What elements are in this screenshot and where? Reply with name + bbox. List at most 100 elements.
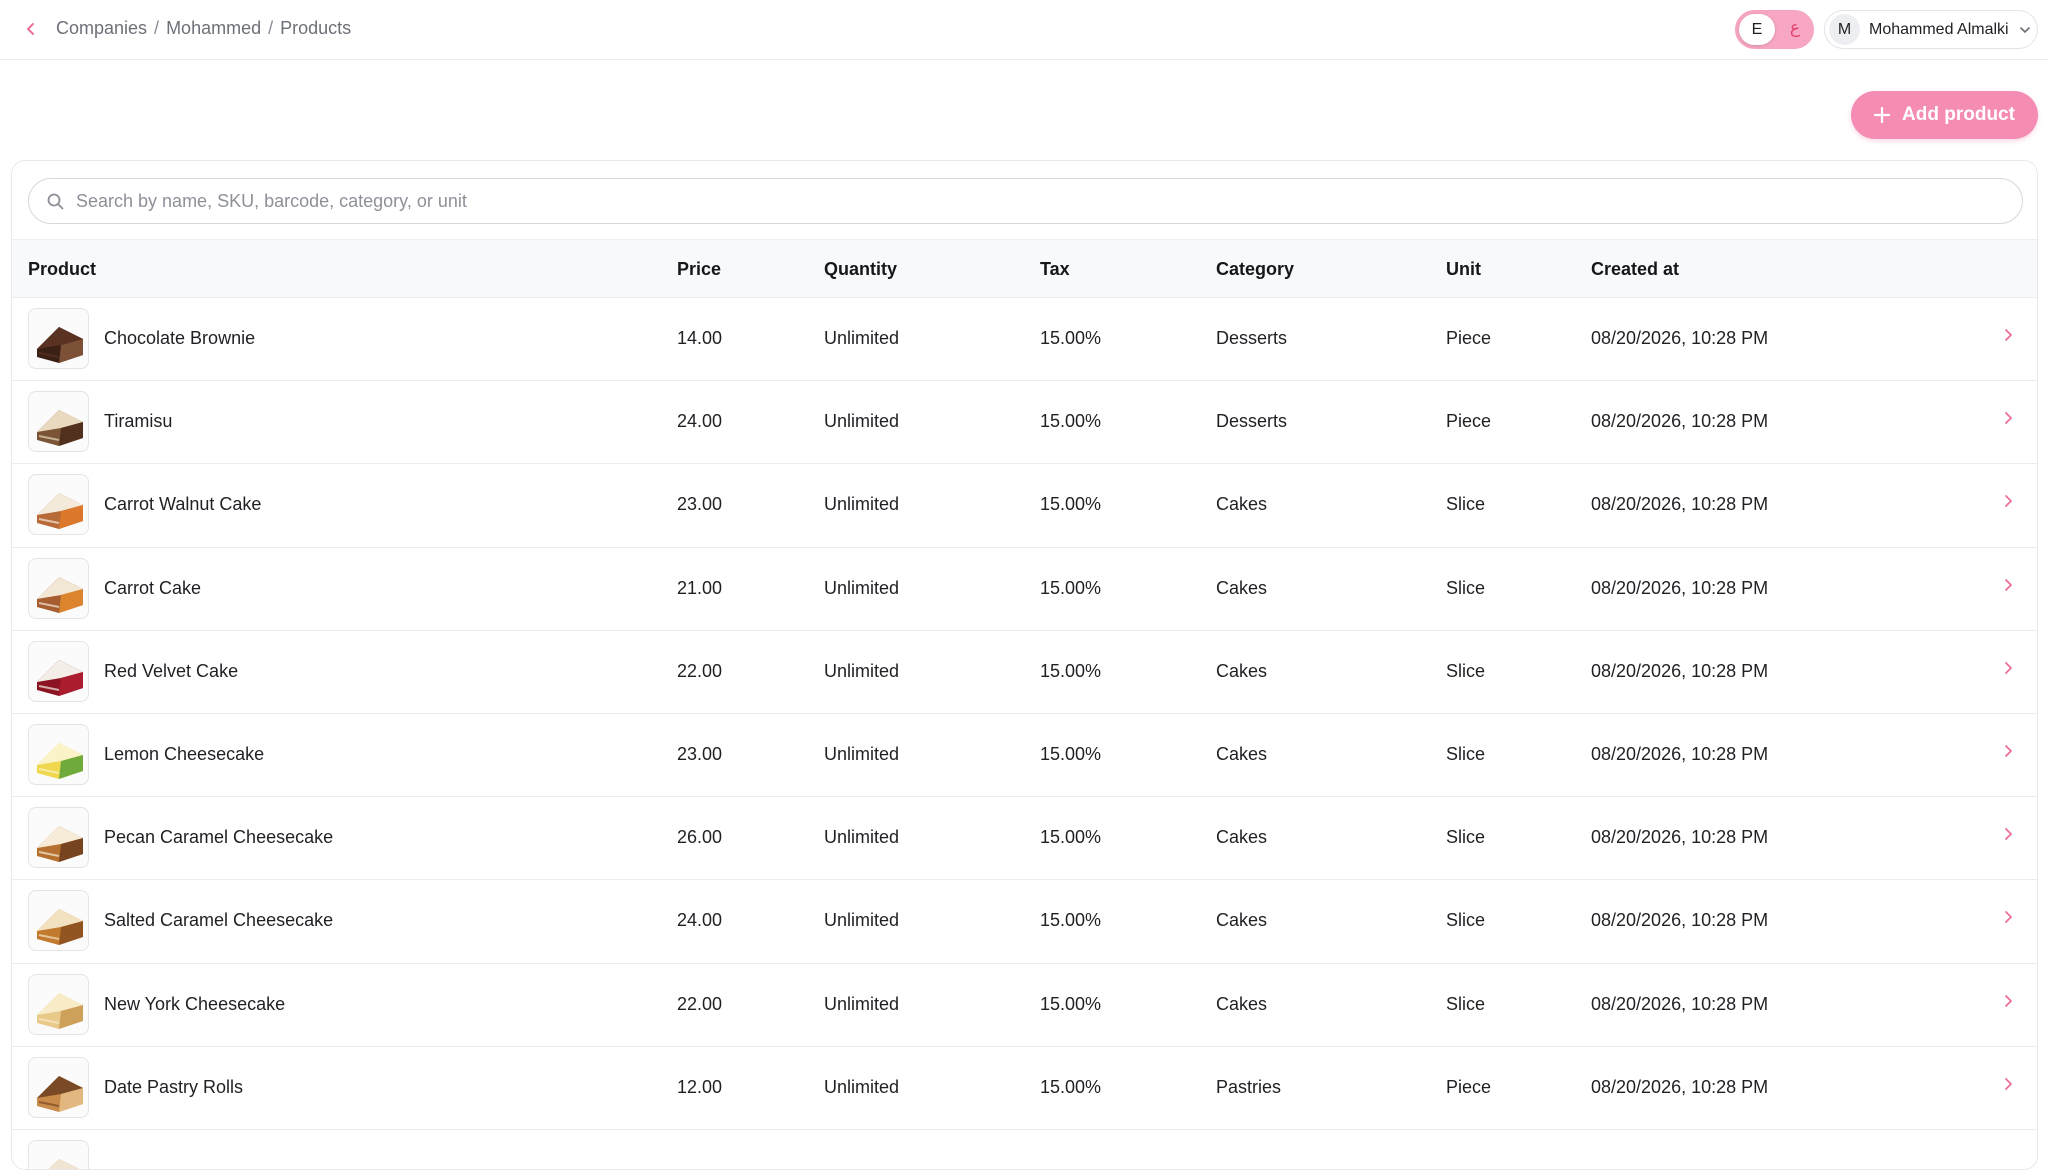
product-price: 24.00 [677, 910, 723, 931]
product-category: Cakes [1216, 660, 1268, 681]
chevron-right-icon [2005, 495, 2012, 508]
product-name: Pecan Caramel Cheesecake [104, 827, 334, 848]
row-open-button[interactable] [2002, 494, 2014, 513]
table-row[interactable]: Date Pastry Rolls 12.00 Unlimited 15.00%… [12, 1047, 2037, 1130]
row-open-button[interactable] [2002, 910, 2014, 929]
table-row[interactable]: Tiramisu 24.00 Unlimited 15.00% Desserts… [12, 381, 2037, 465]
table-row[interactable]: New York Cheesecake 22.00 Unlimited 15.0… [12, 964, 2037, 1047]
row-open-button[interactable] [2002, 328, 2014, 347]
product-name: Lemon Cheesecake [104, 743, 265, 764]
product-name: Chocolate Brownie [104, 328, 256, 348]
breadcrumb-item-company[interactable]: Mohammed [166, 18, 261, 39]
product-thumbnail [28, 557, 89, 619]
product-unit: Piece [1446, 411, 1492, 432]
product-tax: 15.00% [1040, 827, 1102, 848]
table-row[interactable]: Chocolate Brownie 14.00 Unlimited 15.00%… [12, 298, 2037, 382]
product-category: Cakes [1216, 494, 1268, 515]
product-thumbnail [28, 474, 89, 536]
column-header-tax[interactable]: Tax [1040, 259, 1070, 280]
product-quantity: Unlimited [824, 910, 900, 931]
product-tax: 15.00% [1040, 494, 1102, 515]
back-button[interactable] [18, 16, 44, 42]
product-quantity: Unlimited [824, 328, 900, 348]
product-quantity: Unlimited [824, 827, 900, 848]
column-header-unit[interactable]: Unit [1446, 259, 1481, 280]
product-price: 12.00 [677, 1076, 723, 1097]
chevron-right-icon [2005, 329, 2012, 341]
product-created-at: 08/20/2026, 10:28 PM [1591, 910, 1769, 931]
breadcrumb-separator: / [154, 18, 160, 38]
product-thumbnail [28, 890, 89, 952]
product-quantity: Unlimited [824, 577, 900, 598]
product-thumbnail [28, 973, 89, 1035]
product-unit: Slice [1446, 910, 1486, 931]
chevron-right-icon [2005, 1077, 2012, 1090]
table-row[interactable]: Salted Caramel Cheesecake 24.00 Unlimite… [12, 880, 2037, 964]
product-created-at: 08/20/2026, 10:28 PM [1591, 660, 1769, 681]
breadcrumb-item-companies[interactable]: Companies [56, 18, 147, 39]
search-input[interactable] [76, 190, 1976, 212]
top-bar: Companies / Mohammed / Products E ع M Mo… [0, 0, 2048, 60]
table-row[interactable]: Lemon Cheesecake 23.00 Unlimited 15.00% … [12, 714, 2037, 798]
chevron-right-icon [2005, 578, 2012, 591]
table-row[interactable]: Carrot Cake 21.00 Unlimited 15.00% Cakes… [12, 548, 2037, 631]
product-tax: 15.00% [1040, 660, 1102, 681]
product-price: 22.00 [677, 660, 723, 681]
product-category: Cakes [1216, 910, 1268, 931]
product-created-at: 08/20/2026, 10:28 PM [1591, 411, 1769, 432]
product-price: 23.00 [677, 743, 723, 764]
row-open-button[interactable] [2002, 578, 2014, 597]
row-open-button[interactable] [2002, 994, 2014, 1013]
product-unit: Slice [1446, 577, 1486, 598]
product-category: Cakes [1216, 993, 1268, 1014]
product-price: 22.00 [677, 993, 723, 1014]
product-thumbnail [28, 1139, 89, 1169]
product-unit: Slice [1446, 660, 1486, 681]
row-open-button[interactable] [2002, 744, 2014, 763]
product-unit: Piece [1446, 1076, 1492, 1097]
search-bar[interactable] [28, 178, 2023, 224]
avatar: M [1829, 14, 1860, 45]
breadcrumb-separator: / [268, 18, 274, 38]
table-row[interactable]: Carrot Walnut Cake 23.00 Unlimited 15.00… [12, 464, 2037, 548]
chevron-down-icon [2019, 26, 2030, 33]
add-product-button[interactable]: Add product [1851, 91, 2038, 139]
product-unit: Slice [1446, 827, 1486, 848]
chevron-left-icon [27, 23, 34, 35]
product-thumbnail [28, 640, 89, 702]
column-header-product[interactable]: Product [28, 259, 96, 280]
product-thumbnail [28, 1056, 89, 1118]
product-created-at: 08/20/2026, 10:28 PM [1591, 494, 1769, 515]
product-quantity: Unlimited [824, 1076, 900, 1097]
product-name: Tiramisu [104, 411, 173, 432]
language-toggle[interactable]: E ع [1735, 10, 1814, 49]
product-quantity: Unlimited [824, 743, 900, 764]
product-created-at: 08/20/2026, 10:28 PM [1591, 993, 1769, 1014]
user-menu-button[interactable]: M Mohammed Almalki [1824, 10, 2038, 49]
chevron-right-icon [2005, 745, 2012, 757]
row-open-button[interactable] [2002, 661, 2014, 680]
column-header-quantity[interactable]: Quantity [824, 259, 897, 280]
product-tax: 15.00% [1040, 328, 1102, 348]
row-open-button[interactable] [2002, 1077, 2014, 1096]
product-category: Cakes [1216, 827, 1268, 848]
product-created-at: 08/20/2026, 10:28 PM [1591, 577, 1769, 598]
chevron-right-icon [2005, 661, 2012, 674]
add-product-label: Add product [1902, 104, 2015, 125]
product-category: Cakes [1216, 577, 1268, 598]
column-header-category[interactable]: Category [1216, 259, 1294, 280]
table-row[interactable] [12, 1130, 2037, 1169]
row-open-button[interactable] [2002, 411, 2014, 430]
chevron-right-icon [2005, 412, 2012, 425]
product-quantity: Unlimited [824, 411, 900, 432]
product-name: New York Cheesecake [104, 993, 286, 1014]
column-header-price[interactable]: Price [677, 259, 721, 280]
row-open-button[interactable] [2002, 827, 2014, 846]
column-header-created-at[interactable]: Created at [1591, 259, 1679, 280]
product-category: Desserts [1216, 411, 1288, 432]
product-name: Date Pastry Rolls [104, 1076, 244, 1097]
product-name: Carrot Walnut Cake [104, 494, 262, 515]
product-tax: 15.00% [1040, 910, 1102, 931]
table-row[interactable]: Pecan Caramel Cheesecake 26.00 Unlimited… [12, 797, 2037, 881]
table-row[interactable]: Red Velvet Cake 22.00 Unlimited 15.00% C… [12, 631, 2037, 714]
